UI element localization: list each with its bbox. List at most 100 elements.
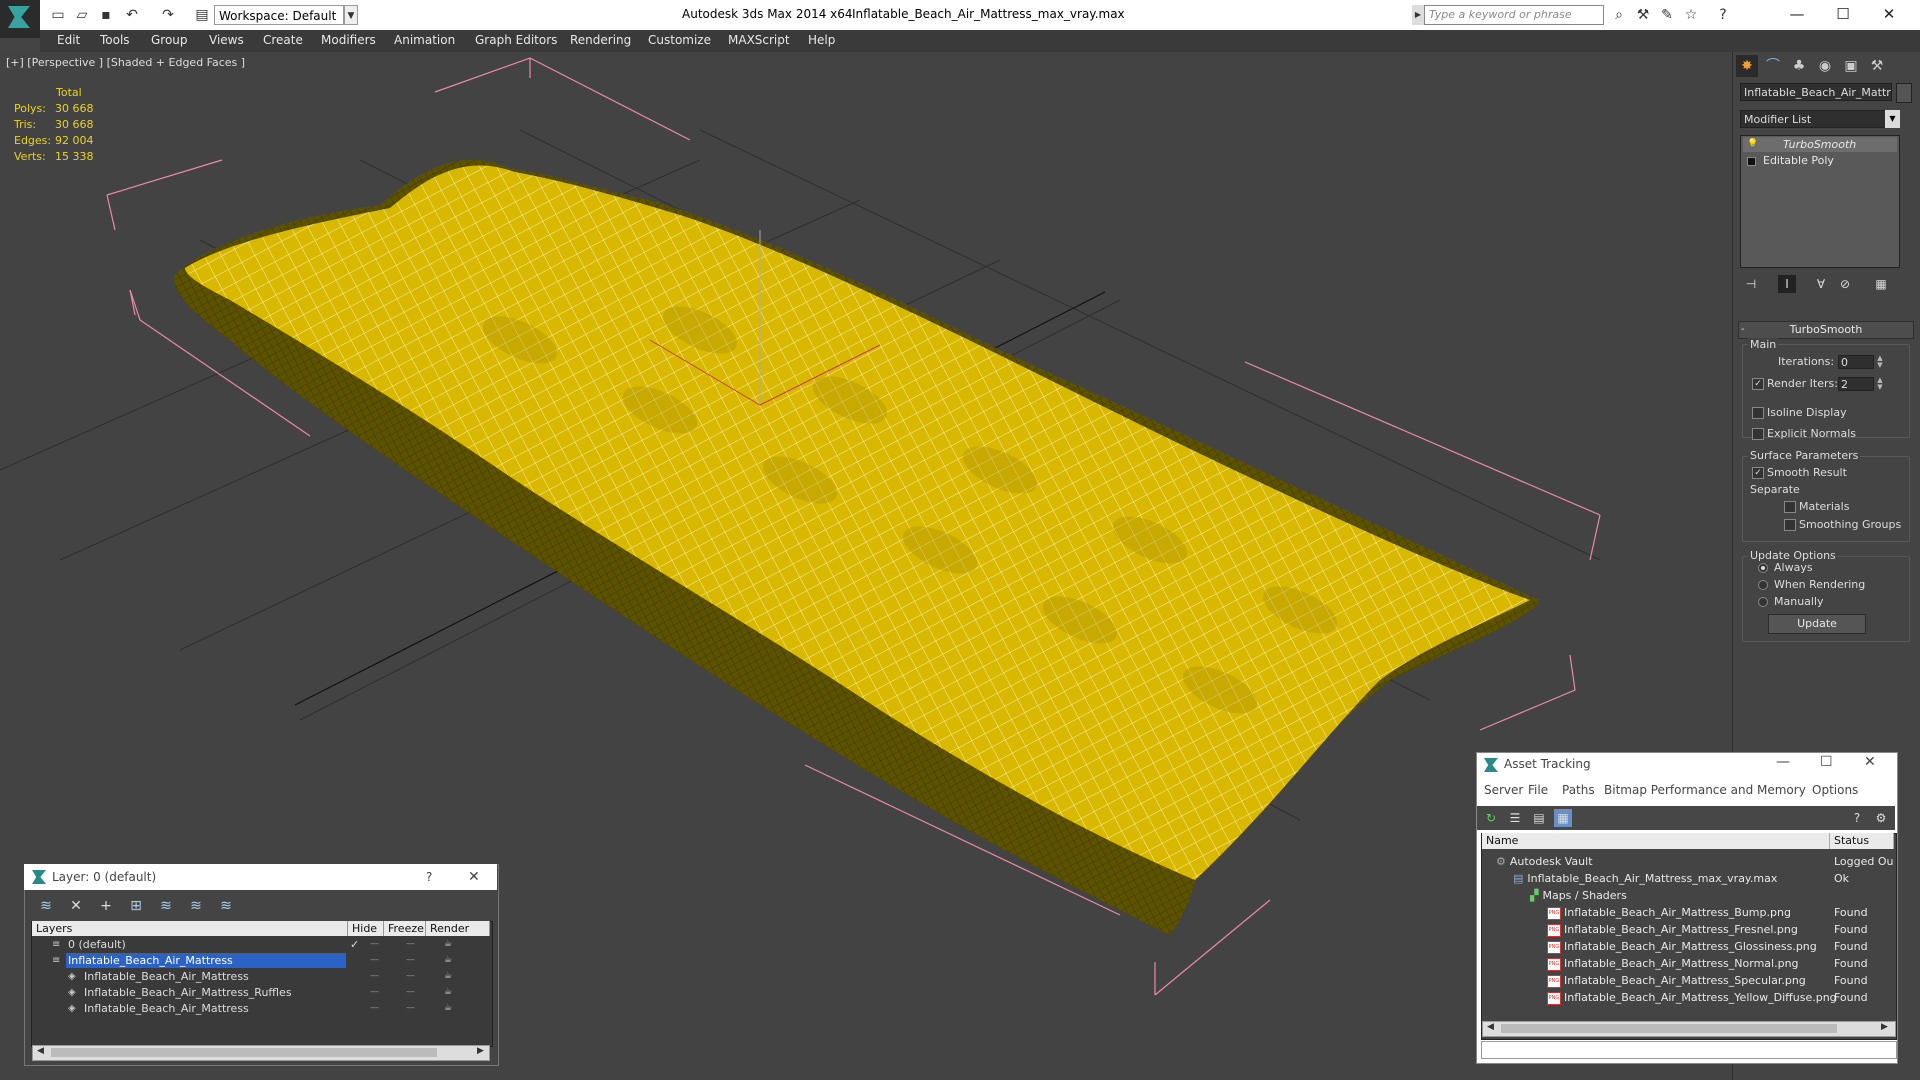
- materials-checkbox[interactable]: [1784, 501, 1796, 513]
- render-toggle[interactable]: ☕: [444, 937, 453, 952]
- binoculars-icon[interactable]: ⌕: [1610, 6, 1628, 24]
- maximize-button[interactable]: ☐: [1820, 754, 1833, 770]
- object-name-field[interactable]: Inflatable_Beach_Air_Mattress: [1740, 83, 1892, 101]
- horizontal-scrollbar[interactable]: ◀ ▶: [1482, 1021, 1896, 1037]
- highlight-layer-icon[interactable]: ≋: [156, 896, 176, 916]
- help-icon[interactable]: ?: [1848, 809, 1866, 827]
- pin-stack-icon[interactable]: ⊣: [1742, 275, 1760, 293]
- layer-dialog-titlebar[interactable]: Layer: 0 (default) ? ✕: [24, 864, 497, 890]
- show-end-result-icon[interactable]: I: [1778, 275, 1796, 293]
- chevron-down-icon[interactable]: ▼: [344, 5, 358, 25]
- minimize-button[interactable]: —: [1782, 3, 1812, 25]
- favorites-star-icon[interactable]: ☆: [1682, 6, 1700, 24]
- spinner-arrows-icon[interactable]: ▲ ▼: [1876, 355, 1884, 369]
- new-file-icon[interactable]: ▭: [50, 7, 66, 23]
- isoline-display-checkbox[interactable]: [1752, 407, 1764, 419]
- menu-create[interactable]: Create: [263, 33, 303, 47]
- asset-row[interactable]: PNG Inflatable_Beach_Air_Mattress_Specula…: [1547, 972, 1806, 989]
- asset-row[interactable]: PNG Inflatable_Beach_Air_Mattress_Fresnel…: [1547, 921, 1798, 938]
- scroll-thumb[interactable]: [51, 1048, 437, 1057]
- chevron-down-icon[interactable]: ▼: [1885, 110, 1900, 128]
- column-header-hide[interactable]: Hide: [348, 921, 384, 936]
- object-color-swatch[interactable]: [1896, 83, 1912, 103]
- horizontal-scrollbar[interactable]: ◀ ▶: [32, 1045, 490, 1061]
- select-objects-icon[interactable]: ⊞: [126, 896, 146, 916]
- hide-toggle[interactable]: —: [370, 953, 380, 968]
- scroll-right-icon[interactable]: ▶: [1881, 1022, 1888, 1032]
- current-layer-check-icon[interactable]: ✓: [350, 937, 359, 952]
- maximize-button[interactable]: ☐: [1828, 3, 1858, 25]
- freeze-toggle[interactable]: —: [406, 937, 416, 952]
- layer-row[interactable]: ◈ Inflatable_Beach_Air_Mattress_Ruffles — —…: [34, 985, 488, 1000]
- delete-layer-icon[interactable]: ✕: [66, 896, 86, 916]
- column-header-status[interactable]: Status: [1830, 833, 1894, 849]
- column-header-freeze[interactable]: Freeze: [384, 921, 426, 936]
- always-radio[interactable]: [1758, 563, 1768, 573]
- open-file-icon[interactable]: ▱: [74, 7, 90, 23]
- collapse-icon[interactable]: -: [1741, 324, 1745, 335]
- list-view-icon[interactable]: ☰: [1506, 809, 1524, 827]
- asset-menu-options[interactable]: Options: [1812, 783, 1858, 797]
- redo-icon[interactable]: ↷: [160, 7, 176, 23]
- freeze-all-layers-icon[interactable]: ≋: [216, 896, 236, 916]
- when-rendering-radio[interactable]: [1758, 580, 1768, 590]
- layer-row[interactable]: ◈ Inflatable_Beach_Air_Mattress — — ☕: [34, 1001, 488, 1016]
- scroll-left-icon[interactable]: ◀: [1487, 1022, 1494, 1032]
- asset-row[interactable]: PNG Inflatable_Beach_Air_Mattress_Yellow_…: [1547, 989, 1837, 1006]
- render-toggle[interactable]: ☕: [444, 953, 453, 968]
- smoothing-groups-checkbox[interactable]: [1784, 519, 1796, 531]
- column-header-layers[interactable]: Layers: [32, 921, 348, 936]
- smooth-result-checkbox[interactable]: ✓: [1752, 467, 1764, 479]
- manually-radio[interactable]: [1758, 597, 1768, 607]
- scroll-left-icon[interactable]: ◀: [37, 1046, 44, 1056]
- viewport-label[interactable]: [+] [Perspective ] [Shaded + Edged Faces…: [6, 56, 245, 69]
- menu-help[interactable]: Help: [808, 33, 835, 47]
- modifier-list-dropdown[interactable]: Modifier List: [1740, 110, 1900, 128]
- render-iters-spinner[interactable]: 2: [1838, 377, 1874, 391]
- freeze-toggle[interactable]: —: [406, 985, 416, 1000]
- table-view-icon[interactable]: ▦: [1554, 809, 1572, 827]
- column-header-name[interactable]: Name: [1482, 833, 1830, 849]
- add-to-layer-icon[interactable]: +: [96, 896, 116, 916]
- help-icon[interactable]: ?: [1714, 6, 1732, 24]
- detail-view-icon[interactable]: ▤: [1530, 809, 1548, 827]
- render-toggle[interactable]: ☕: [444, 969, 453, 984]
- asset-menu-server[interactable]: Server: [1484, 783, 1523, 797]
- modify-tab-icon[interactable]: ⌒: [1762, 55, 1784, 77]
- menu-modifiers[interactable]: Modifiers: [321, 33, 376, 47]
- search-input[interactable]: Type a keyword or phrase: [1424, 5, 1604, 25]
- iterations-spinner[interactable]: 0: [1838, 355, 1874, 369]
- app-logo-icon[interactable]: [0, 0, 40, 38]
- menu-graph-editors[interactable]: Graph Editors: [475, 33, 557, 47]
- menu-maxscript[interactable]: MAXScript: [728, 33, 790, 47]
- update-button[interactable]: Update: [1768, 614, 1866, 634]
- close-icon[interactable]: ✕: [468, 864, 480, 890]
- layer-row[interactable]: ≡ Inflatable_Beach_Air_Mattress — — ☕: [34, 953, 488, 968]
- expand-icon[interactable]: [1747, 157, 1756, 166]
- turbosmooth-rollout-header[interactable]: TurboSmooth: [1738, 321, 1914, 339]
- help-button[interactable]: ?: [426, 864, 432, 890]
- refresh-icon[interactable]: ↻: [1482, 809, 1500, 827]
- utilities-tab-icon[interactable]: ⚒: [1866, 55, 1888, 77]
- asset-row[interactable]: PNG Inflatable_Beach_Air_Mattress_Normal.…: [1547, 955, 1799, 972]
- stack-item-turbosmooth[interactable]: 💡 TurboSmooth: [1743, 137, 1897, 152]
- menu-edit[interactable]: Edit: [57, 33, 80, 47]
- asset-row[interactable]: PNG Inflatable_Beach_Air_Mattress_Glossin…: [1547, 938, 1817, 955]
- menu-views[interactable]: Views: [209, 33, 244, 47]
- workspace-select[interactable]: Workspace: Default: [214, 5, 344, 25]
- motion-tab-icon[interactable]: ◉: [1814, 55, 1836, 77]
- close-button[interactable]: ✕: [1874, 3, 1904, 25]
- remove-modifier-icon[interactable]: ⊘: [1836, 275, 1854, 293]
- column-header-render[interactable]: Render: [426, 921, 490, 936]
- layer-row[interactable]: ≡ 0 (default) — — ☕ ✓: [34, 937, 488, 952]
- menu-customize[interactable]: Customize: [648, 33, 711, 47]
- layer-row[interactable]: ◈ Inflatable_Beach_Air_Mattress — — ☕: [34, 969, 488, 984]
- asset-menu-bitmap-performance-and-memory[interactable]: Bitmap Performance and Memory: [1604, 783, 1806, 797]
- hide-toggle[interactable]: —: [370, 1001, 380, 1016]
- stack-item-editable-poly[interactable]: Editable Poly: [1743, 153, 1897, 168]
- explicit-normals-checkbox[interactable]: [1752, 428, 1764, 440]
- undo-icon[interactable]: ↶: [124, 7, 140, 23]
- configure-sets-icon[interactable]: ▦: [1872, 275, 1890, 293]
- close-button[interactable]: ✕: [1864, 754, 1876, 770]
- hide-all-layers-icon[interactable]: ≋: [186, 896, 206, 916]
